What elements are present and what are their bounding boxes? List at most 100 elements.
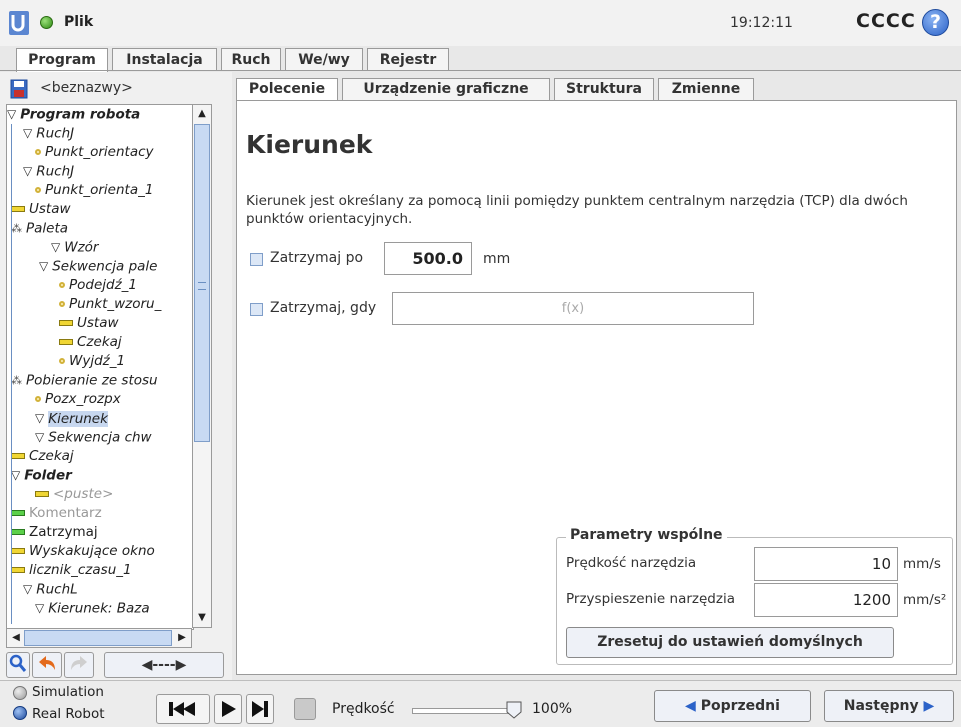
tree-node[interactable]: Punkt_orienta_1 [35, 181, 153, 200]
step-icon [252, 701, 268, 717]
redo-button[interactable] [64, 652, 94, 678]
rewind-button[interactable] [156, 694, 210, 724]
triangle-down-icon: ▽ [23, 582, 33, 596]
tree-node[interactable]: ▽ Kierunek [35, 409, 108, 428]
tree-node-label: <puste> [53, 486, 114, 502]
save-icon[interactable] [10, 79, 28, 99]
tool-accel-label: Przyspieszenie narzędzia [566, 591, 735, 607]
tree-node-label: Wyskakujące okno [29, 543, 155, 559]
play-button[interactable] [214, 694, 242, 724]
tree-node-label: Zatrzymaj [29, 524, 98, 540]
waypoint-dot-icon [35, 396, 41, 402]
tool-accel-field[interactable]: 1200 [754, 583, 898, 617]
tab-graphics[interactable]: Urządzenie graficzne [342, 78, 550, 100]
tree-node[interactable]: <puste> [35, 485, 113, 504]
tab-structure[interactable]: Struktura [554, 78, 654, 100]
tree-node[interactable]: Pozx_rozpx [35, 390, 121, 409]
tree-node-label: Folder [24, 467, 72, 484]
triangle-down-icon: ▽ [23, 164, 33, 178]
previous-button[interactable]: ◀ Poprzedni [654, 690, 811, 722]
tree-node[interactable]: Punkt_orientacy [35, 143, 154, 162]
tree-node-label: RuchL [36, 581, 78, 598]
triangle-down-icon: ▽ [35, 430, 45, 444]
tree-node-label: Czekaj [29, 448, 74, 464]
tree-node[interactable]: Wyskakujące okno [11, 542, 155, 561]
tree-node-label: Program robota [20, 106, 141, 123]
step-button[interactable] [246, 694, 274, 724]
triangle-down-icon: ▽ [39, 259, 49, 273]
tree-node[interactable]: ▽ RuchJ [23, 162, 74, 181]
clock: 19:12:11 [730, 15, 793, 31]
tab-io[interactable]: We/wy [285, 48, 363, 70]
real-robot-radio[interactable] [13, 706, 27, 720]
horizontal-scrollbar-thumb[interactable] [24, 630, 172, 646]
stop-after-unit: mm [483, 251, 511, 267]
tree-node[interactable]: Podejdź_1 [59, 276, 137, 295]
tree-node[interactable]: Wyjdź_1 [59, 352, 125, 371]
tree-node[interactable]: ⁂ Paleta [11, 219, 68, 238]
tab-program[interactable]: Program [16, 48, 108, 72]
tab-log[interactable]: Rejestr [367, 48, 449, 70]
command-bar-icon [11, 567, 25, 573]
tree-node[interactable]: ▽ RuchJ [23, 124, 74, 143]
tree-node-label: Podejdź_1 [69, 277, 138, 293]
stop-after-checkbox[interactable] [250, 253, 263, 266]
tab-move[interactable]: Ruch [221, 48, 281, 70]
tree-node[interactable]: Ustaw [11, 200, 71, 219]
tab-command[interactable]: Polecenie [236, 78, 338, 101]
tree-node-label: Czekaj [77, 334, 122, 350]
robot-status-icon [40, 16, 53, 29]
scroll-left-icon[interactable]: ◀ [8, 629, 24, 647]
tree-node-label: Wyjdź_1 [69, 353, 126, 369]
tree-node[interactable]: Punkt_wzoru_ [59, 295, 161, 314]
tab-installation[interactable]: Instalacja [112, 48, 217, 70]
stop-when-checkbox[interactable] [250, 303, 263, 316]
speed-slider-handle-icon[interactable] [505, 700, 523, 720]
triangle-down-icon: ▽ [11, 468, 21, 482]
tree-node[interactable]: ▽ Folder [11, 466, 72, 485]
scroll-right-icon[interactable]: ▶ [174, 629, 190, 647]
tree-node[interactable]: licznik_czasu_1 [11, 561, 132, 580]
expand-pane-button[interactable]: ◀----▶ [104, 652, 224, 678]
stop-when-expression-field[interactable]: f(x) [392, 292, 754, 325]
tree-node[interactable]: Ustaw [59, 314, 119, 333]
help-icon[interactable]: ? [922, 9, 949, 36]
tree-node-label: RuchJ [36, 163, 75, 180]
tab-divider [0, 70, 961, 71]
next-button[interactable]: Następny ▶ [824, 690, 954, 722]
tree-node[interactable]: ▽ Kierunek: Baza [35, 599, 150, 618]
previous-label: Poprzedni [700, 698, 780, 714]
tree-node[interactable]: ▽ Sekwencja chw [35, 428, 152, 447]
tool-speed-label: Prędkość narzędzia [566, 555, 697, 571]
tree-node[interactable]: ⁂ Pobieranie ze stosu [11, 371, 158, 390]
undo-button[interactable] [32, 652, 62, 678]
tree-node[interactable]: Zatrzymaj [11, 523, 98, 542]
page-title: Kierunek [246, 130, 373, 159]
simulation-radio[interactable] [13, 686, 27, 700]
tree-node[interactable]: ▽ Wzór [51, 238, 98, 257]
scroll-down-icon[interactable]: ▼ [192, 609, 212, 627]
triangle-down-icon: ▽ [35, 601, 45, 615]
speed-slider[interactable] [412, 708, 514, 714]
tool-speed-field[interactable]: 10 [754, 547, 898, 581]
search-button[interactable] [6, 652, 30, 678]
tree-node[interactable]: Czekaj [11, 447, 74, 466]
arrow-right-icon: ▶ [923, 698, 935, 714]
comment-bar-icon [11, 510, 25, 516]
stop-after-distance-field[interactable]: 500.0 [384, 242, 472, 275]
command-bar-icon [59, 320, 73, 326]
tree-node[interactable]: ▽ Program robota [7, 105, 140, 124]
file-menu[interactable]: Plik [64, 14, 93, 30]
tree-node[interactable]: ▽ RuchL [23, 580, 78, 599]
tree-node[interactable]: Komentarz [11, 504, 102, 523]
reset-defaults-button[interactable]: Zresetuj do ustawień domyślnych [566, 627, 894, 658]
stop-button[interactable] [294, 698, 316, 720]
tab-variables[interactable]: Zmienne [658, 78, 754, 100]
title-bar [0, 0, 961, 46]
tree-node[interactable]: ▽ Sekwencja pale [39, 257, 157, 276]
tree-node[interactable]: Czekaj [59, 333, 122, 352]
tree-node-label: Wzór [64, 239, 99, 256]
program-tree[interactable]: ▽ Program robota ▽ RuchJ Punkt_orientacy ▽ Ruc… [6, 104, 194, 630]
scroll-up-icon[interactable]: ▲ [192, 105, 212, 123]
robot-name: CCCC [856, 10, 916, 32]
